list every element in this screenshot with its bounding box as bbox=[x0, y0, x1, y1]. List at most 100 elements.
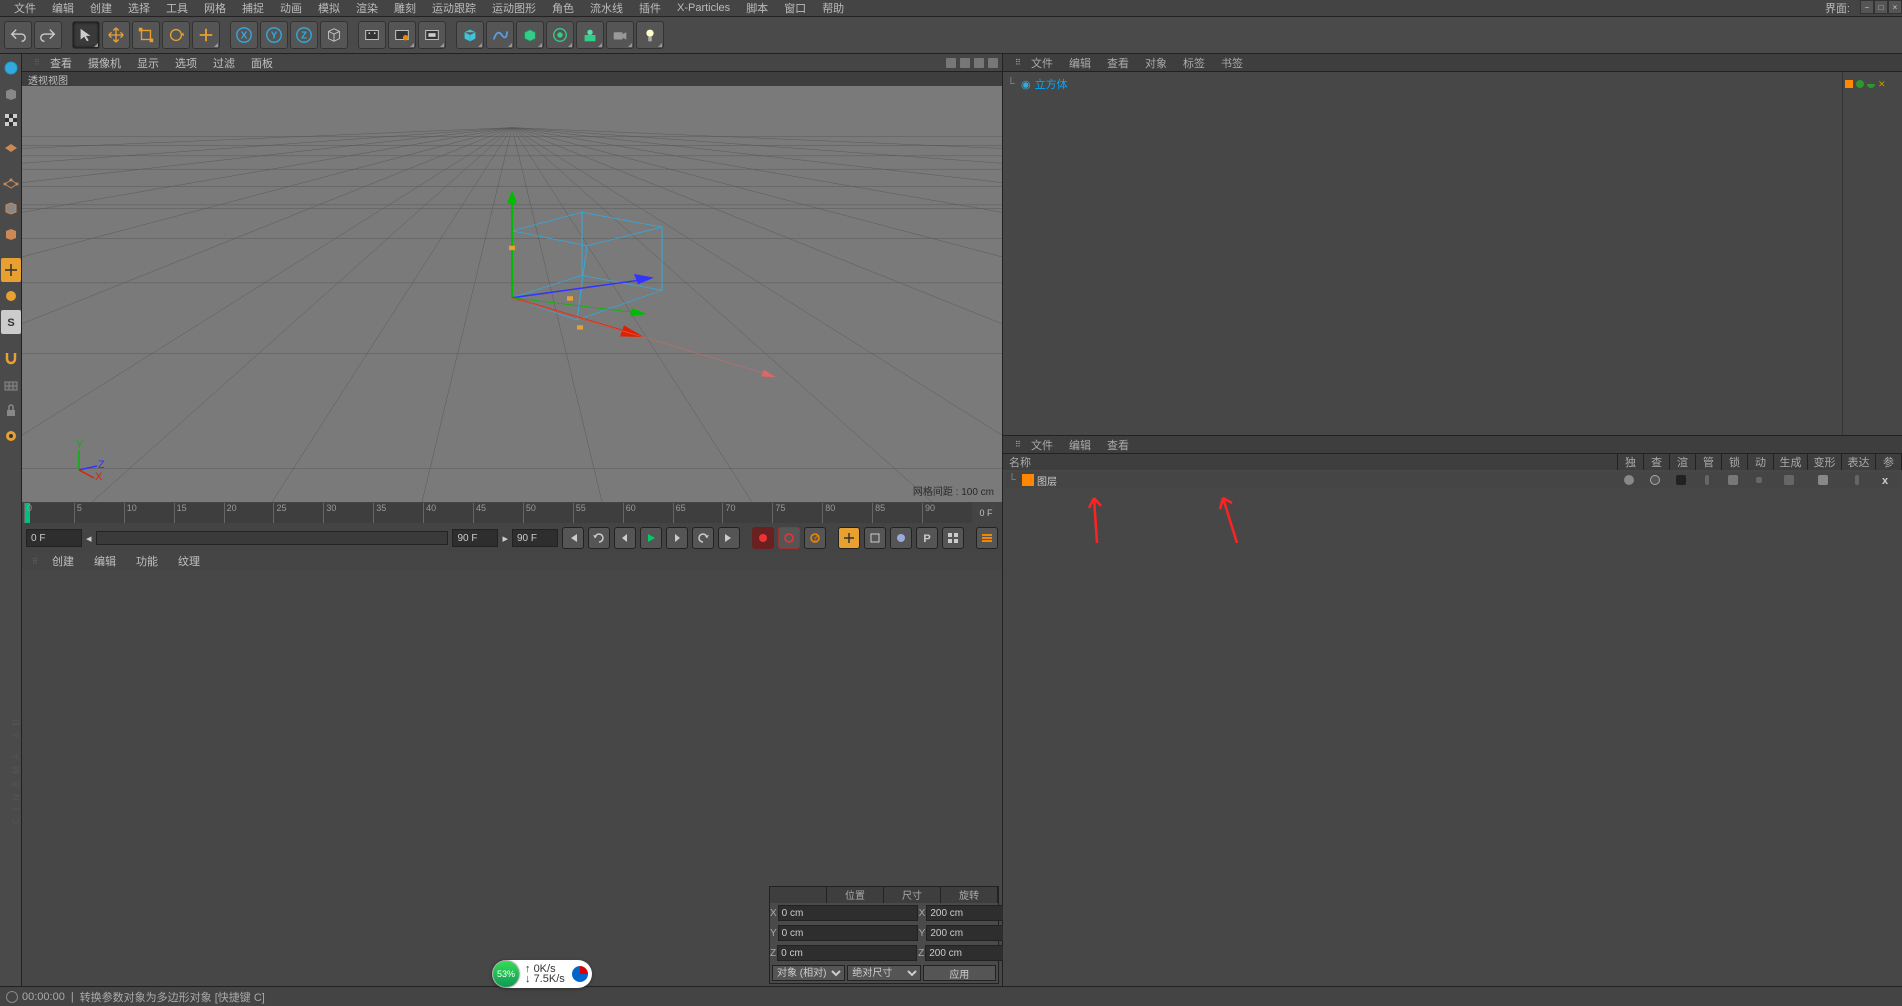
mat-menu-create[interactable]: 创建 bbox=[42, 553, 84, 569]
vp-toggle1-icon[interactable] bbox=[946, 58, 956, 68]
win-max[interactable]: □ bbox=[1874, 0, 1888, 14]
lock-icon[interactable] bbox=[1, 398, 21, 422]
layer-color-swatch[interactable] bbox=[1845, 80, 1853, 88]
next-key-button[interactable] bbox=[692, 527, 714, 549]
view-menu-camera[interactable]: 摄像机 bbox=[80, 55, 129, 71]
key-rot-button[interactable] bbox=[890, 527, 912, 549]
poly-mode-icon[interactable] bbox=[1, 222, 21, 246]
menu-character[interactable]: 角色 bbox=[544, 0, 582, 16]
play-button[interactable] bbox=[640, 527, 662, 549]
magnet-icon[interactable] bbox=[1, 346, 21, 370]
render-vis-icon[interactable] bbox=[1867, 80, 1875, 88]
start-frame-input[interactable] bbox=[26, 529, 82, 547]
layer-ref-icon[interactable]: x bbox=[1882, 475, 1892, 485]
z-axis-button[interactable]: Z bbox=[290, 21, 318, 49]
vp-toggle2-icon[interactable] bbox=[960, 58, 970, 68]
layertab-view[interactable]: 查看 bbox=[1099, 437, 1137, 453]
menu-mograph[interactable]: 运动图形 bbox=[484, 0, 544, 16]
record-button[interactable] bbox=[752, 527, 774, 549]
menu-xparticles[interactable]: X-Particles bbox=[669, 2, 738, 14]
view-menu-view[interactable]: 查看 bbox=[42, 55, 80, 71]
redo-button[interactable] bbox=[34, 21, 62, 49]
objtab-bookmarks[interactable]: 书签 bbox=[1213, 55, 1251, 71]
view-menu-filter[interactable]: 过滤 bbox=[205, 55, 243, 71]
tree-expand-icon[interactable]: └ bbox=[1007, 78, 1017, 90]
vp-toggle3-icon[interactable] bbox=[974, 58, 984, 68]
view-menu-display[interactable]: 显示 bbox=[129, 55, 167, 71]
menu-render[interactable]: 渲染 bbox=[348, 0, 386, 16]
render-region-button[interactable] bbox=[388, 21, 416, 49]
y-axis-button[interactable]: Y bbox=[260, 21, 288, 49]
timeline-ruler[interactable]: 051015202530354045505560657075808590 0 F bbox=[22, 502, 1002, 524]
mat-menu-func[interactable]: 功能 bbox=[126, 553, 168, 569]
menu-sculpt[interactable]: 雕刻 bbox=[386, 0, 424, 16]
grip-icon[interactable]: ⠿ bbox=[22, 557, 42, 566]
menu-mtrack[interactable]: 运动跟踪 bbox=[424, 0, 484, 16]
objtab-objects[interactable]: 对象 bbox=[1137, 55, 1175, 71]
scale-tool[interactable] bbox=[132, 21, 160, 49]
edge-mode-icon[interactable] bbox=[1, 196, 21, 220]
camera-button[interactable] bbox=[606, 21, 634, 49]
netspeed-widget[interactable]: 53% ↑ 0K/s ↓ 7.5K/s bbox=[492, 960, 592, 988]
object-tree[interactable]: └ ◉ 立方体 bbox=[1003, 72, 1842, 435]
render-view-button[interactable] bbox=[358, 21, 386, 49]
environment-button[interactable] bbox=[576, 21, 604, 49]
texture-mode-icon[interactable] bbox=[1, 108, 21, 132]
layer-view-icon[interactable] bbox=[1650, 475, 1660, 485]
mat-menu-tex[interactable]: 纹理 bbox=[168, 553, 210, 569]
win-close[interactable]: × bbox=[1888, 0, 1902, 14]
primitive-button[interactable] bbox=[456, 21, 484, 49]
key-param-button[interactable]: P bbox=[916, 527, 938, 549]
prev-frame-button[interactable] bbox=[614, 527, 636, 549]
workplane2-icon[interactable] bbox=[1, 372, 21, 396]
layer-expand-icon[interactable]: └ bbox=[1005, 474, 1019, 486]
layer-row[interactable]: └ 图层 x bbox=[1005, 472, 1900, 488]
menu-window[interactable]: 窗口 bbox=[776, 0, 814, 16]
layertab-file[interactable]: 文件 bbox=[1023, 437, 1061, 453]
deformer-button[interactable] bbox=[546, 21, 574, 49]
key-pla-button[interactable] bbox=[942, 527, 964, 549]
menu-snap[interactable]: 捕捉 bbox=[234, 0, 272, 16]
range-end-input[interactable] bbox=[452, 529, 498, 547]
axis-enable-icon[interactable] bbox=[1, 258, 21, 282]
pos-input[interactable] bbox=[778, 925, 918, 941]
grip-icon[interactable]: ⠿ bbox=[1007, 440, 1023, 449]
key-scale-button[interactable] bbox=[864, 527, 886, 549]
snap-toggle-icon[interactable]: S bbox=[1, 310, 21, 334]
axis-center-icon[interactable] bbox=[1, 424, 21, 448]
move-tool[interactable] bbox=[102, 21, 130, 49]
menu-tools[interactable]: 工具 bbox=[158, 0, 196, 16]
grip-icon[interactable]: ⠿ bbox=[26, 58, 42, 67]
goto-start-button[interactable] bbox=[562, 527, 584, 549]
point-mode-icon[interactable] bbox=[1, 170, 21, 194]
pos-input[interactable] bbox=[777, 945, 917, 961]
menu-plugin[interactable]: 插件 bbox=[631, 0, 669, 16]
render-settings-button[interactable] bbox=[418, 21, 446, 49]
model-mode-icon[interactable] bbox=[1, 82, 21, 106]
menu-select[interactable]: 选择 bbox=[120, 0, 158, 16]
vp-toggle4-icon[interactable] bbox=[988, 58, 998, 68]
timeline-dopesheet-button[interactable] bbox=[976, 527, 998, 549]
mat-menu-edit[interactable]: 编辑 bbox=[84, 553, 126, 569]
make-editable-icon[interactable] bbox=[1, 56, 21, 80]
autokey-button[interactable] bbox=[778, 527, 800, 549]
layer-gen-icon[interactable] bbox=[1784, 475, 1794, 485]
menu-script[interactable]: 脚本 bbox=[738, 0, 776, 16]
viewport[interactable]: 网格间距 : 100 cm Y Z X bbox=[22, 86, 1002, 502]
generator-button[interactable] bbox=[516, 21, 544, 49]
menu-anim[interactable]: 动画 bbox=[272, 0, 310, 16]
editor-vis-icon[interactable] bbox=[1856, 80, 1864, 88]
timeline-range[interactable] bbox=[96, 531, 449, 545]
menu-sim[interactable]: 模拟 bbox=[310, 0, 348, 16]
phong-tag-icon[interactable]: ✕ bbox=[1878, 79, 1888, 89]
pos-input[interactable] bbox=[778, 905, 918, 921]
coord-mode-select[interactable]: 对象 (相对) bbox=[772, 965, 845, 981]
objtab-file[interactable]: 文件 bbox=[1023, 55, 1061, 71]
rotate-tool[interactable] bbox=[162, 21, 190, 49]
coord-sizemode-select[interactable]: 绝对尺寸 bbox=[847, 965, 920, 981]
layer-render-icon[interactable] bbox=[1676, 475, 1686, 485]
workplane-icon[interactable] bbox=[1, 134, 21, 158]
x-axis-button[interactable]: X bbox=[230, 21, 258, 49]
view-menu-panel[interactable]: 面板 bbox=[243, 55, 281, 71]
last-tool[interactable] bbox=[192, 21, 220, 49]
